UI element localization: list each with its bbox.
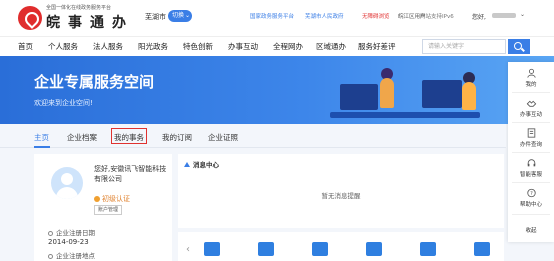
main-nav: 首页 个人服务 法人服务 阳光政务 特色创新 办事互动 全程网办 区域通办 服务… xyxy=(0,36,554,56)
message-center-title: 消息中心 xyxy=(184,159,219,169)
ipv6-notice: 网站支持IPv6 xyxy=(420,14,454,20)
sidebar-item-label: 办件查询 xyxy=(519,142,542,148)
service-shortcuts: ‹ xyxy=(178,232,504,261)
link-national-platform[interactable]: 国家政务服务平台 xyxy=(250,12,294,20)
highlight-box xyxy=(111,128,147,144)
verification-label: 初级认证 xyxy=(102,195,130,203)
avatar xyxy=(51,167,83,199)
folder-icon[interactable] xyxy=(258,242,274,256)
sidebar-item-mine[interactable]: 我的 xyxy=(508,68,554,88)
illustration-person xyxy=(380,78,394,108)
link-accessibility[interactable]: 无障碍浏览 xyxy=(362,12,390,20)
star-icon[interactable] xyxy=(474,242,490,256)
registration-location-label-text: 企业注册地点 xyxy=(56,252,95,260)
illustration-person xyxy=(462,82,476,110)
active-tab-indicator xyxy=(34,146,50,148)
verification-status: 初级认证 xyxy=(94,194,130,204)
current-city: 芜湖市 xyxy=(145,13,166,21)
nav-item-review[interactable]: 服务好差评 xyxy=(358,41,396,52)
user-icon[interactable] xyxy=(420,242,436,256)
document-icon xyxy=(527,128,535,138)
sidebar-collapse[interactable]: 收起 xyxy=(508,224,554,234)
registration-location-label: 企业注册地点 xyxy=(48,250,95,260)
sidebar-item-interaction[interactable]: 办事互动 xyxy=(508,98,554,118)
sidebar-item-label: 我的 xyxy=(525,82,537,88)
city-switch-button[interactable]: 切换 ⌄ xyxy=(168,10,192,22)
registration-date: 2014-09-23 xyxy=(48,238,89,246)
headset-icon xyxy=(527,159,535,167)
logo-subtitle: 全国一体化在线政务服务平台 xyxy=(46,5,112,11)
city-switch-label: 切换 xyxy=(172,12,185,19)
sidebar-item-label: 办事互动 xyxy=(519,112,542,118)
tab-licenses[interactable]: 企业证照 xyxy=(208,132,238,143)
right-sidebar: 我的 办事互动 办件查询 智能客服 ? 帮助中心 收起 xyxy=(508,62,554,242)
divider xyxy=(512,182,550,183)
link-city-government[interactable]: 芜湖市人民政府 xyxy=(305,12,344,20)
user-name-redacted[interactable] xyxy=(492,13,516,18)
search-icon[interactable] xyxy=(508,39,530,54)
location-icon xyxy=(48,253,53,259)
page: 全国一体化在线政务服务平台 皖事通办 芜湖市 切换 ⌄ 国家政务服务平台 芜湖市… xyxy=(0,0,554,261)
nav-item-regional[interactable]: 区域通办 xyxy=(316,41,346,52)
tab-home[interactable]: 主页 xyxy=(34,132,49,143)
top-header: 全国一体化在线政务服务平台 皖事通办 芜湖市 切换 ⌄ 国家政务服务平台 芜湖市… xyxy=(0,0,554,36)
search-input[interactable]: 请输入关键字 xyxy=(422,39,506,54)
banner: 企业专属服务空间 欢迎来到企业空间! xyxy=(0,56,554,124)
illustration-desk xyxy=(330,112,480,118)
sidebar-item-label: 帮助中心 xyxy=(519,202,542,208)
banner-title: 企业专属服务空间 xyxy=(34,73,155,91)
badge-icon xyxy=(94,196,100,202)
document-icon[interactable] xyxy=(312,242,328,256)
message-center: 消息中心 暂无消息提醒 xyxy=(178,154,504,228)
tab-bar: 主页 企业档案 我的事务 我的订阅 企业证照 xyxy=(0,124,506,148)
chevron-down-icon[interactable]: ⌄ xyxy=(520,11,525,18)
nav-item-legal[interactable]: 法人服务 xyxy=(93,41,123,52)
sidebar-item-support[interactable]: 智能客服 xyxy=(508,158,554,178)
nav-item-open-gov[interactable]: 阳光政务 xyxy=(138,41,168,52)
divider xyxy=(512,152,550,153)
greeting: 您好, xyxy=(472,14,486,21)
calendar-icon[interactable] xyxy=(366,242,382,256)
account-management-button[interactable]: 账户管理 xyxy=(94,205,123,215)
tab-archive[interactable]: 企业档案 xyxy=(67,132,97,143)
company-name: 您好,安徽讯飞智能科技有限公司 xyxy=(94,165,167,183)
chevron-down-icon: ⌄ xyxy=(184,12,190,19)
logo-icon[interactable] xyxy=(18,6,42,30)
nav-item-personal[interactable]: 个人服务 xyxy=(48,41,78,52)
divider xyxy=(512,122,550,123)
handshake-icon xyxy=(526,100,536,107)
logo-title[interactable]: 皖事通办 xyxy=(46,12,134,32)
divider xyxy=(512,92,550,93)
sidebar-item-help[interactable]: ? 帮助中心 xyxy=(508,188,554,208)
divider xyxy=(512,214,550,215)
clock-icon xyxy=(48,230,53,236)
profile-card: 您好,安徽讯飞智能科技有限公司 初级认证 账户管理 企业注册日期 2014-09… xyxy=(34,154,172,261)
chevron-left-icon[interactable]: ‹ xyxy=(186,244,190,255)
illustration-laptop xyxy=(422,80,462,108)
nav-item-interaction[interactable]: 办事互动 xyxy=(228,41,258,52)
illustration-laptop xyxy=(340,84,378,110)
banner-subtitle: 欢迎来到企业空间! xyxy=(34,99,93,107)
nav-item-innovation[interactable]: 特色创新 xyxy=(183,41,213,52)
registration-date-label: 企业注册日期 xyxy=(48,227,95,237)
svg-text:?: ? xyxy=(530,191,533,197)
help-icon: ? xyxy=(526,188,536,198)
registration-date-label-text: 企业注册日期 xyxy=(56,229,95,237)
user-icon xyxy=(526,68,536,78)
sidebar-item-label: 智能客服 xyxy=(519,172,542,178)
empty-message-text: 暂无消息提醒 xyxy=(321,192,361,200)
folder-icon[interactable] xyxy=(204,242,220,256)
tab-subscriptions[interactable]: 我的订阅 xyxy=(162,132,192,143)
nav-item-home[interactable]: 首页 xyxy=(18,41,33,52)
sidebar-item-query[interactable]: 办件查询 xyxy=(508,128,554,148)
nav-item-online[interactable]: 全程网办 xyxy=(273,41,303,52)
sidebar-collapse-label: 收起 xyxy=(525,228,537,234)
